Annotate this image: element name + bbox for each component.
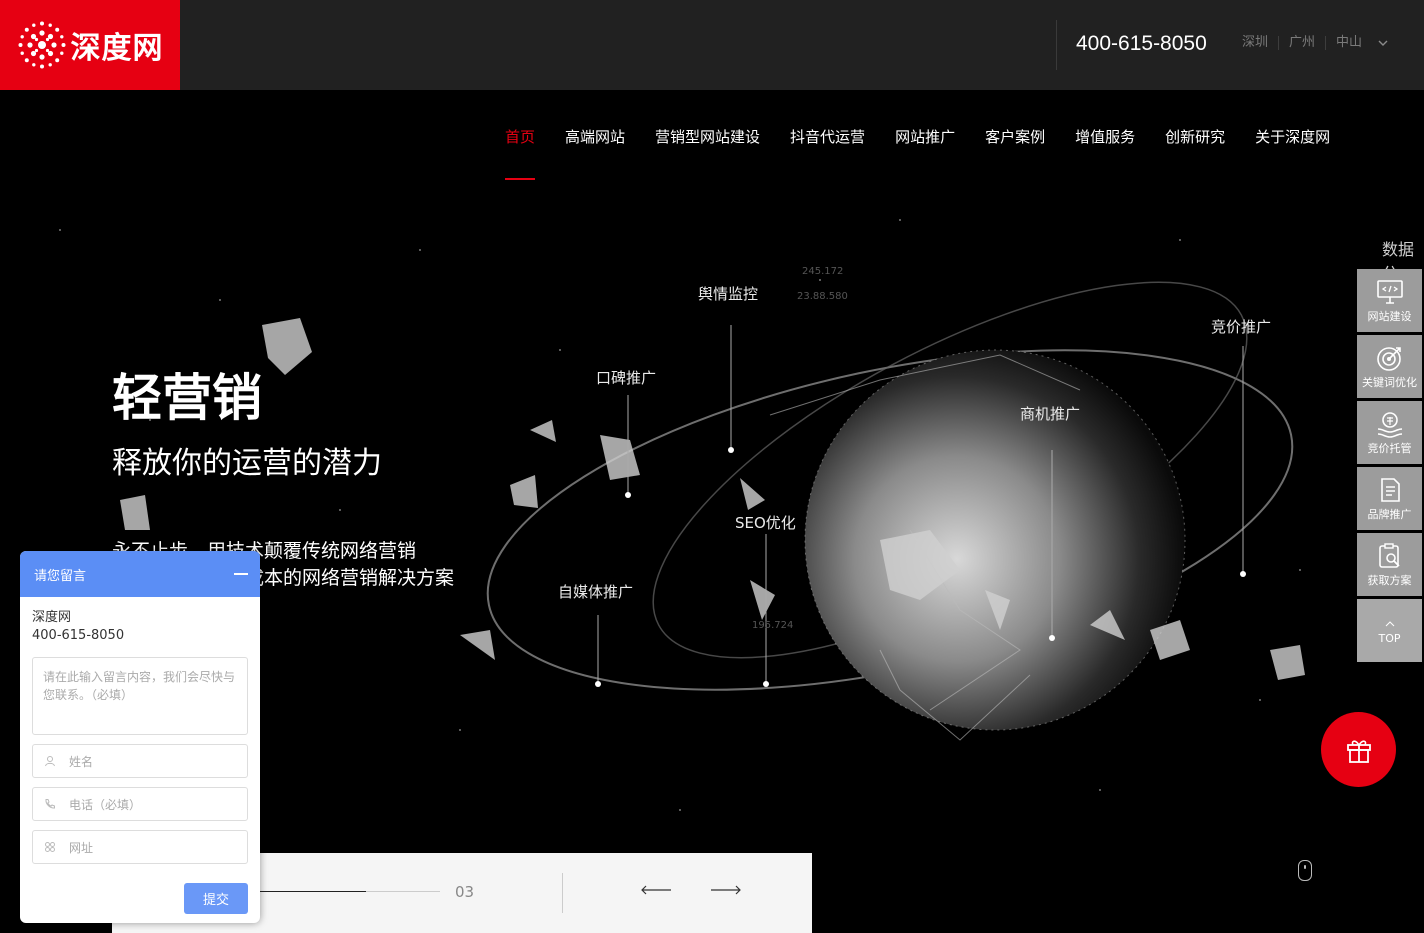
city-guangzhou[interactable]: 广州 (1278, 36, 1325, 50)
tool-label: TOP (1378, 632, 1401, 645)
nav-marketing-site[interactable]: 营销型网站建设 (655, 126, 760, 180)
back-to-top-button[interactable]: TOP (1357, 599, 1422, 662)
name-placeholder: 姓名 (69, 754, 94, 769)
gift-icon (1346, 739, 1371, 763)
message-widget-info: 深度网 400-615-8050 (20, 597, 260, 645)
nav-premium-site[interactable]: 高端网站 (565, 126, 625, 180)
user-icon (43, 754, 57, 768)
tool-label: 关键词优化 (1362, 375, 1417, 389)
clipboard-search-icon (1378, 542, 1400, 568)
header-phone: 400-615-8050 (1076, 32, 1207, 55)
tag-word-of-mouth: 口碑推广 (596, 369, 657, 387)
nav-douyin-ops[interactable]: 抖音代运营 (790, 126, 865, 180)
submit-button[interactable]: 提交 (184, 883, 248, 914)
phone-placeholder: 电话（必填） (69, 797, 142, 812)
tool-label: 获取方案 (1367, 573, 1412, 587)
nav-research[interactable]: 创新研究 (1165, 126, 1225, 180)
url-field[interactable]: 网址 (32, 830, 248, 864)
hero-title: 轻营销 (112, 369, 262, 427)
number-label: 23.88.580 (797, 291, 848, 302)
number-label: 245.172 (802, 266, 844, 277)
hero-subtitle: 释放你的运营的潜力 (112, 446, 382, 481)
nav-site-promotion[interactable]: 网站推广 (895, 126, 955, 180)
tool-label: 竞价托管 (1367, 441, 1412, 455)
message-content-field[interactable]: 请在此输入留言内容，我们会尽快与您联系。（必填） (32, 657, 248, 735)
message-company: 深度网 (32, 610, 72, 625)
tool-label: 网站建设 (1367, 309, 1412, 323)
message-widget-title: 请您留言 (34, 568, 87, 584)
arrow-left-icon[interactable] (640, 885, 672, 895)
tool-label: 品牌推广 (1367, 507, 1412, 521)
url-placeholder: 网址 (69, 840, 94, 855)
target-icon (1376, 346, 1401, 371)
message-phone: 400-615-8050 (32, 628, 125, 643)
nav-value-added[interactable]: 增值服务 (1075, 126, 1135, 180)
message-widget: 请您留言 深度网 400-615-8050 请在此输入留言内容，我们会尽快与您联… (20, 551, 260, 923)
tool-brand-promotion[interactable]: 品牌推广 (1357, 467, 1422, 530)
phone-field[interactable]: 电话（必填） (32, 787, 248, 821)
slider-page-number: 03 (455, 883, 475, 901)
message-widget-header[interactable]: 请您留言 (20, 551, 260, 597)
city-shenzhen[interactable]: 深圳 (1242, 36, 1278, 50)
right-toolbar: 网站建设 关键词优化 竞价托管 品牌推广 获取方案 TOP (1357, 269, 1422, 665)
phone-icon (43, 797, 57, 811)
city-switcher[interactable]: 深圳 广州 中山 (1242, 36, 1388, 50)
logo[interactable]: 深度网 (0, 0, 180, 90)
city-zhongshan[interactable]: 中山 (1325, 36, 1372, 50)
name-field[interactable]: 姓名 (32, 744, 248, 778)
tag-seo: SEO优化 (735, 514, 796, 532)
gift-button[interactable] (1321, 712, 1396, 787)
tool-keyword-seo[interactable]: 关键词优化 (1357, 335, 1422, 398)
nav-cases[interactable]: 客户案例 (985, 126, 1045, 180)
arrow-right-icon[interactable] (710, 885, 742, 895)
tool-website-build[interactable]: 网站建设 (1357, 269, 1422, 332)
slider-progress-line (260, 891, 366, 892)
logo-mark-icon (18, 21, 65, 69)
scroll-mouse-icon (1298, 860, 1312, 881)
code-monitor-icon (1376, 279, 1403, 304)
header-divider (1056, 20, 1057, 70)
tag-media-promotion: 自媒体推广 (558, 583, 634, 601)
document-icon (1380, 477, 1400, 502)
tool-bidding-hosting[interactable]: 竞价托管 (1357, 401, 1422, 464)
slider-track-line (366, 891, 440, 892)
chevron-down-icon[interactable] (1378, 38, 1388, 48)
tool-get-plan[interactable]: 获取方案 (1357, 533, 1422, 596)
tag-lead-promotion: 商机推广 (1020, 405, 1081, 423)
slider-divider (562, 873, 563, 913)
coin-hand-icon (1377, 411, 1402, 438)
tag-public-opinion: 舆情监控 (698, 285, 759, 303)
nav-about[interactable]: 关于深度网 (1255, 126, 1330, 180)
nav-home[interactable]: 首页 (505, 126, 536, 180)
arrow-up-icon (1385, 621, 1394, 627)
tag-bidding: 竞价推广 (1211, 318, 1272, 336)
main-nav: 首页 高端网站 营销型网站建设 抖音代运营 网站推广 客户案例 增值服务 创新研… (490, 126, 1345, 180)
number-label: 195.724 (752, 620, 794, 631)
minimize-icon[interactable] (234, 573, 248, 575)
logo-text: 深度网 (70, 31, 164, 66)
grid-icon (43, 840, 57, 854)
top-bar: 深度网 400-615-8050 深圳 广州 中山 (0, 0, 1424, 90)
